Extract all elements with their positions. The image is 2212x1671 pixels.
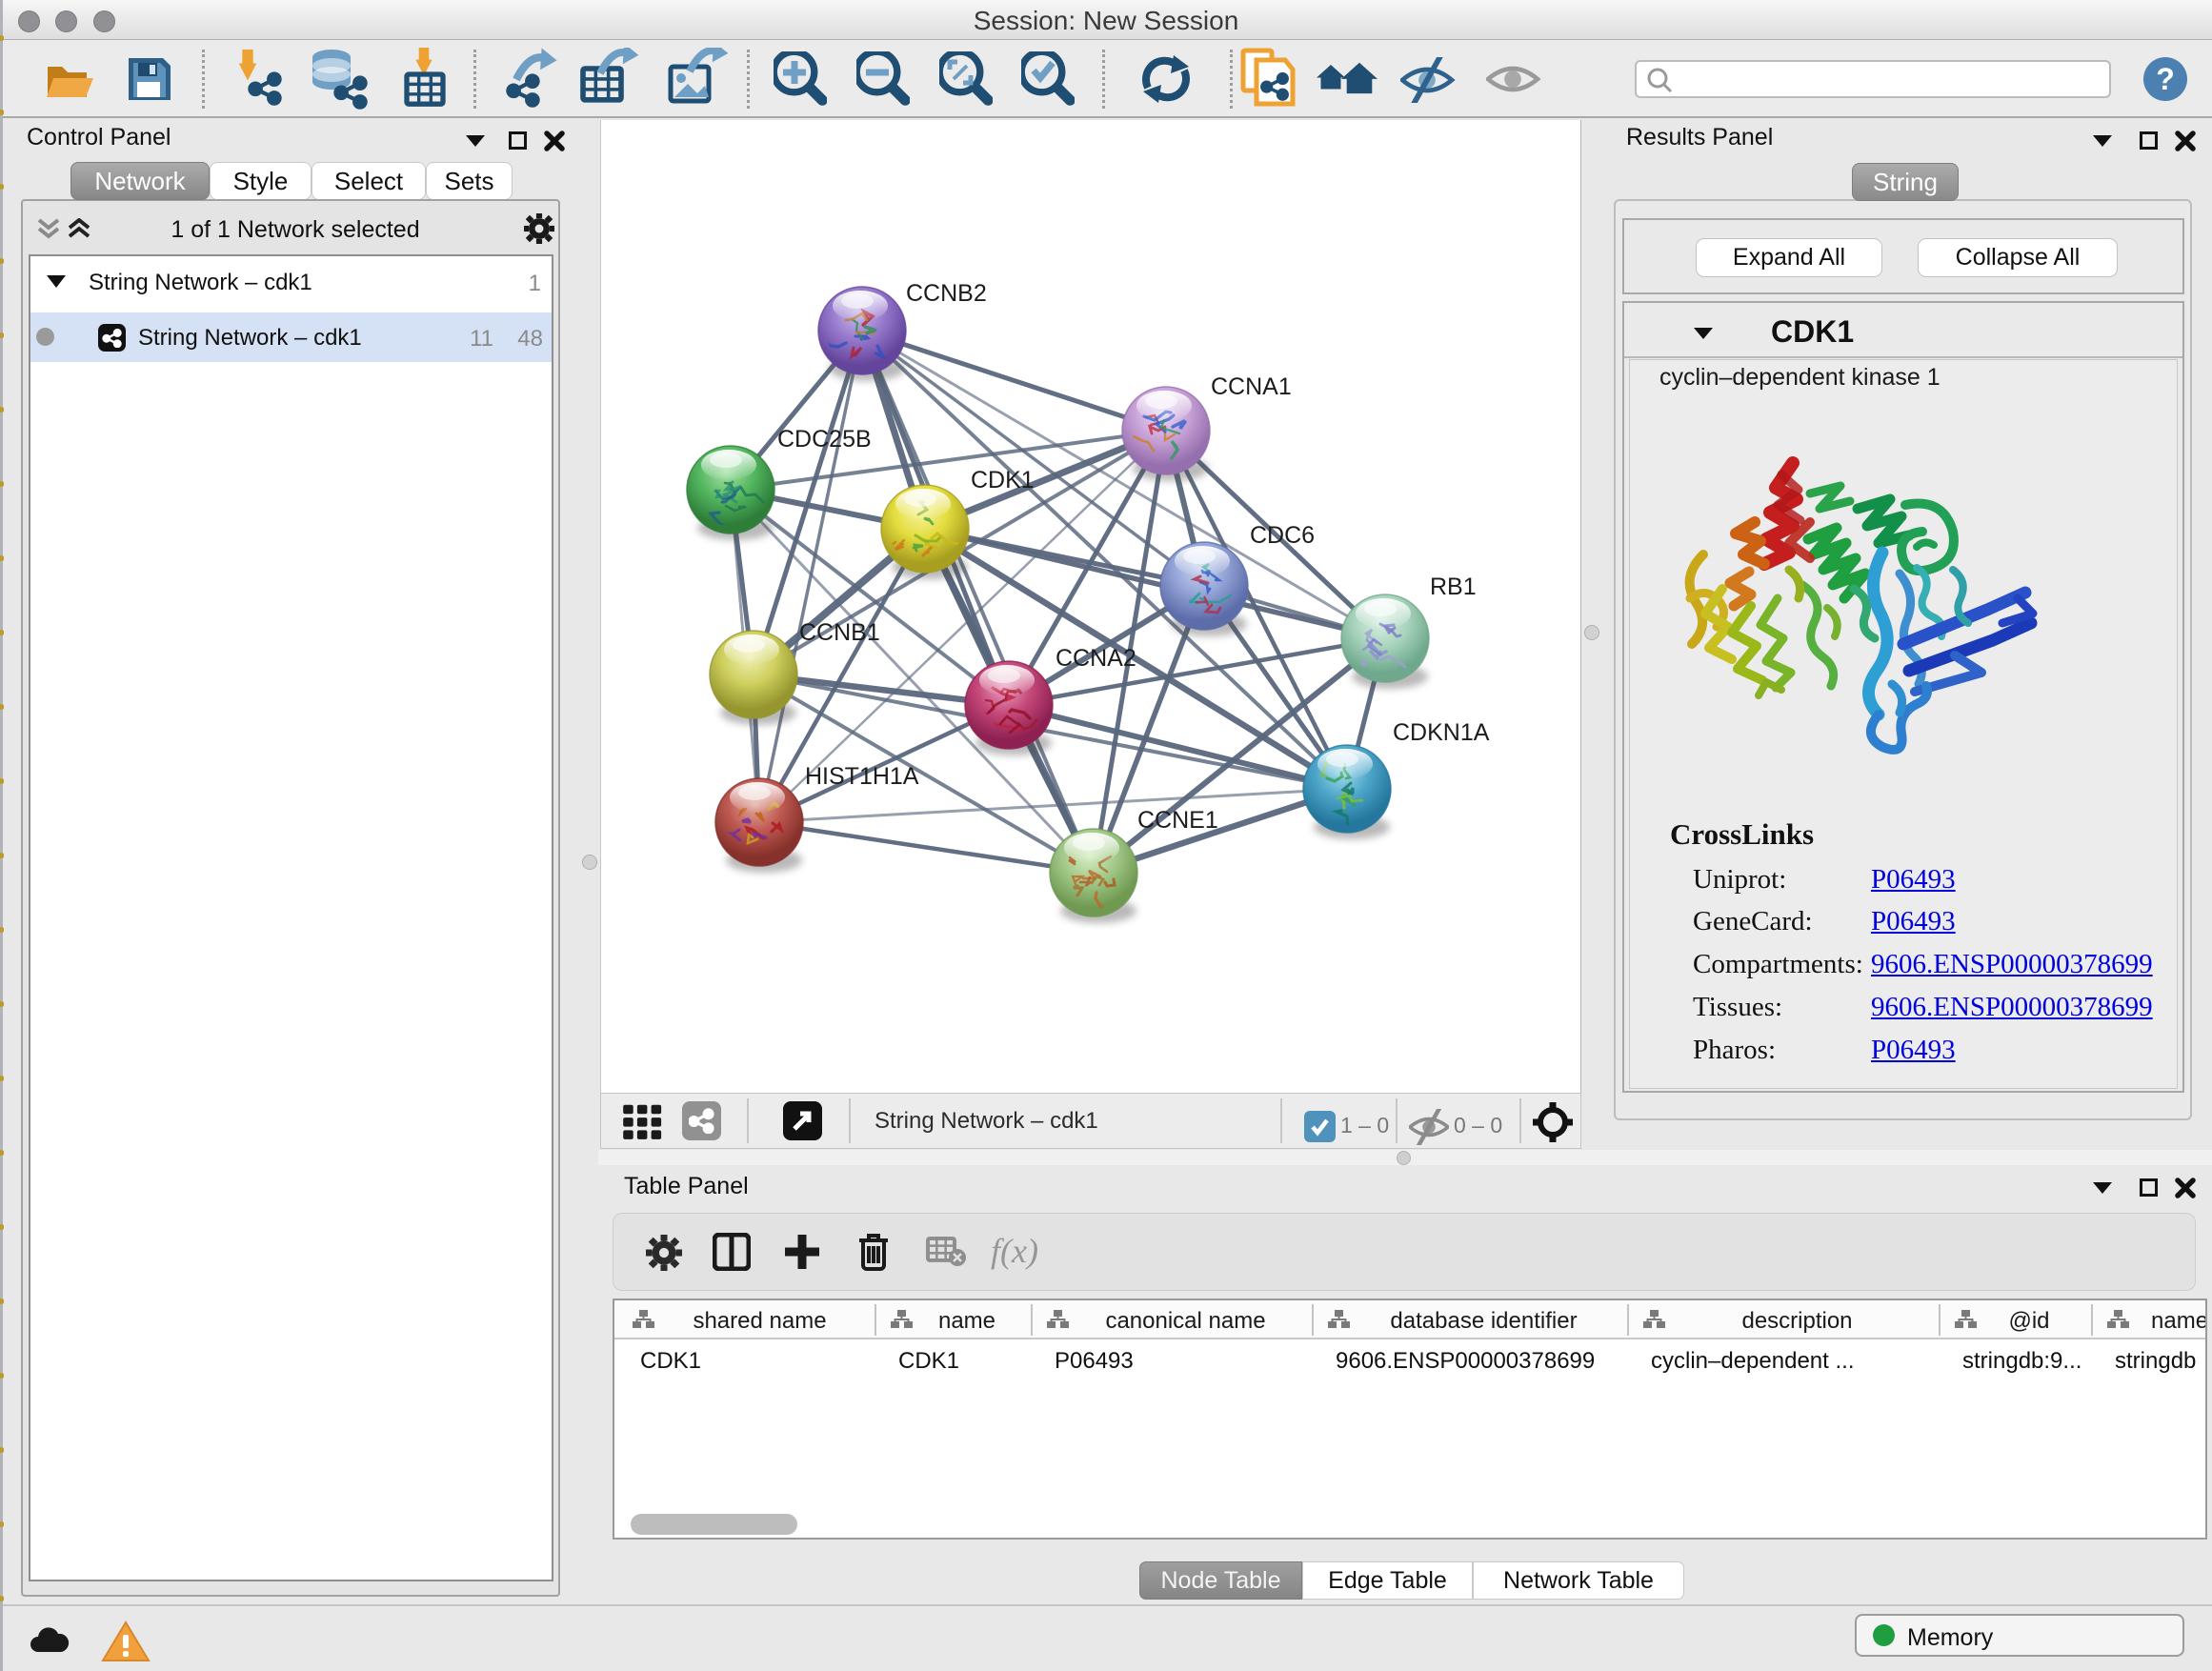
svg-text:description: description [1741,1308,1852,1334]
svg-text:CDC25B: CDC25B [777,426,872,453]
svg-text:namespace: namespace [2151,1308,2205,1334]
svg-text:CCNB2: CCNB2 [906,280,987,307]
svg-text:CCNA2: CCNA2 [1056,645,1136,672]
svg-text:CCNA1: CCNA1 [1211,373,1292,400]
svg-text:database identifier: database identifier [1390,1308,1577,1334]
svg-text:CCNE1: CCNE1 [1137,807,1218,834]
svg-text:canonical name: canonical name [1105,1308,1265,1334]
svg-text:shared name: shared name [693,1308,826,1334]
svg-text:CCNB1: CCNB1 [799,619,880,646]
svg-text:HIST1H1A: HIST1H1A [805,763,919,790]
svg-text:CDKN1A: CDKN1A [1393,719,1490,746]
svg-text:CDC6: CDC6 [1250,522,1315,549]
svg-text:CDK1: CDK1 [971,467,1035,493]
svg-text:@id: @id [2008,1308,2049,1334]
svg-text:name: name [938,1308,995,1334]
svg-text:RB1: RB1 [1430,574,1477,600]
